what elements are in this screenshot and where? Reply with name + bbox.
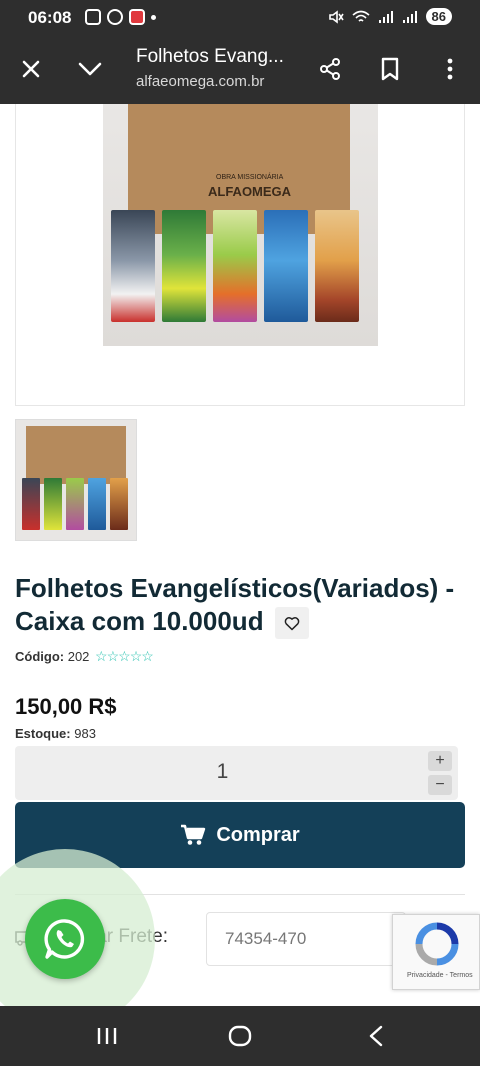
chrome-icon (107, 9, 123, 25)
whatsapp-button[interactable] (25, 899, 105, 979)
thumbnail-flyer (44, 478, 62, 530)
home-icon[interactable] (228, 1024, 252, 1048)
system-navigation-bar (0, 1006, 480, 1066)
thumbnail-flyer (110, 478, 128, 530)
mute-icon (328, 9, 344, 24)
recaptcha-logo-icon (415, 922, 459, 966)
status-bar: 06:08 86 (0, 0, 480, 36)
chevron-down-icon[interactable] (77, 56, 103, 82)
product-main-image[interactable]: OBRA MISSIONÁRIA ALFAOMEGA (103, 104, 378, 346)
rating-stars[interactable]: ☆☆☆☆☆ (95, 648, 154, 665)
flyer-stack (315, 210, 359, 322)
quantity-increase-button[interactable]: + (428, 751, 452, 771)
flyer-stack (264, 210, 308, 322)
bookmark-icon[interactable] (377, 56, 403, 82)
stock-row: Estoque: 983 (15, 726, 96, 741)
product-price: 150,00 R$ (15, 694, 117, 719)
recent-apps-icon[interactable] (95, 1024, 119, 1048)
cart-icon (181, 824, 206, 845)
stock-label: Estoque: (15, 726, 71, 741)
box-label: OBRA MISSIONÁRIA (216, 174, 284, 181)
product-title: Folhetos Evangelísticos(Variados) - Caix… (15, 572, 465, 640)
share-icon[interactable] (317, 56, 343, 82)
flyer-stack (213, 210, 257, 322)
page-title: Folhetos Evang... (136, 46, 284, 67)
quantity-stepper[interactable]: 1 + − (15, 746, 458, 800)
battery-indicator: 86 (425, 8, 452, 25)
signal-icon (378, 10, 393, 23)
back-icon[interactable] (364, 1024, 388, 1048)
quantity-value[interactable]: 1 (15, 760, 430, 784)
signal-icon-2 (402, 10, 417, 23)
flyer-stacks (111, 210, 359, 322)
thumbnail-flyer (66, 478, 84, 530)
screen-record-icon (85, 9, 101, 25)
product-code-row: Código: 202 ☆☆☆☆☆ (15, 648, 154, 665)
whatsapp-icon (44, 919, 85, 959)
product-main-image-frame[interactable]: OBRA MISSIONÁRIA ALFAOMEGA (15, 104, 465, 406)
code-value: 202 (67, 649, 90, 664)
heart-icon (284, 616, 300, 630)
favorite-button[interactable] (274, 607, 309, 640)
notification-icons (85, 9, 156, 25)
product-title-text: Folhetos Evangelísticos(Variados) - Caix… (15, 573, 455, 636)
cep-input[interactable] (206, 912, 406, 966)
more-options-icon[interactable] (437, 56, 463, 82)
wifi-icon (352, 10, 370, 22)
more-notifications-icon (151, 14, 156, 20)
thumbnail-box (26, 426, 126, 484)
page-url[interactable]: alfaeomega.com.br (136, 73, 264, 90)
app-notification-icon (129, 9, 145, 25)
browser-toolbar: Folhetos Evang... alfaeomega.com.br (0, 36, 480, 104)
page-content: OBRA MISSIONÁRIA ALFAOMEGA Folhetos Evan… (0, 104, 480, 1006)
stock-value: 983 (74, 726, 96, 741)
flyer-stack (162, 210, 206, 322)
flyer-stack (111, 210, 155, 322)
system-icons: 86 (328, 8, 452, 25)
status-time: 06:08 (28, 8, 72, 27)
code-label: Código: (15, 649, 65, 664)
box-brand: ALFAOMEGA (208, 184, 292, 199)
product-thumbnail[interactable] (15, 419, 137, 541)
thumbnail-flyer (88, 478, 106, 530)
thumbnail-flyer (22, 478, 40, 530)
quantity-decrease-button[interactable]: − (428, 775, 452, 795)
close-icon[interactable] (18, 56, 44, 82)
buy-button-label: Comprar (216, 823, 300, 846)
recaptcha-footer[interactable]: Privacidade - Termos (407, 972, 473, 979)
recaptcha-badge[interactable]: Privacidade - Termos (392, 914, 480, 990)
